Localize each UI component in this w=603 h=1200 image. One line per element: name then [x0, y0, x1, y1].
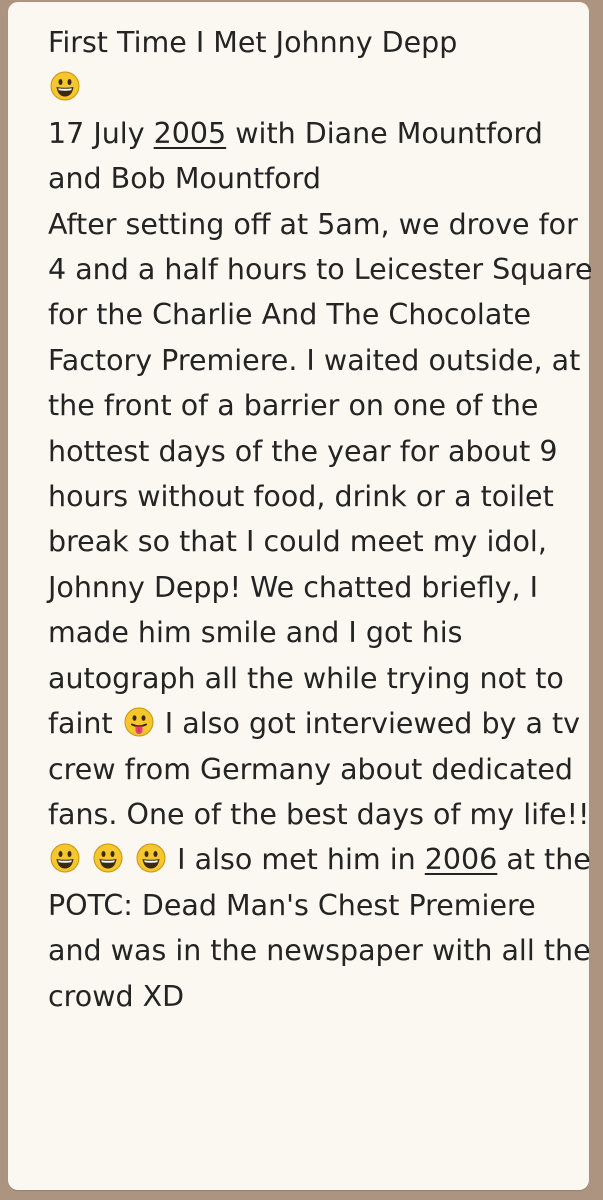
message-bubble[interactable]: First Time I Met Johnny Depp 17 July 200…: [8, 2, 593, 1190]
year-2005-link[interactable]: 2005: [154, 117, 227, 150]
body-text-1: After setting off at 5am, we drove for 4…: [48, 207, 593, 741]
chat-screen: First Time I Met Johnny Depp 17 July 200…: [0, 0, 603, 1200]
message-text: First Time I Met Johnny Depp 17 July 200…: [48, 20, 593, 1019]
body-text-3: I also met him in: [168, 843, 425, 877]
face-with-tongue-icon: [124, 707, 154, 737]
grinning-face-icon: [93, 843, 123, 873]
grinning-face-icon: [50, 843, 80, 873]
grinning-face-icon: [50, 71, 80, 101]
message-title: First Time I Met Johnny Depp: [48, 26, 458, 59]
date-text-pre: 17 July: [48, 116, 154, 150]
year-2006-link[interactable]: 2006: [425, 843, 498, 876]
grinning-face-icon: [136, 843, 166, 873]
